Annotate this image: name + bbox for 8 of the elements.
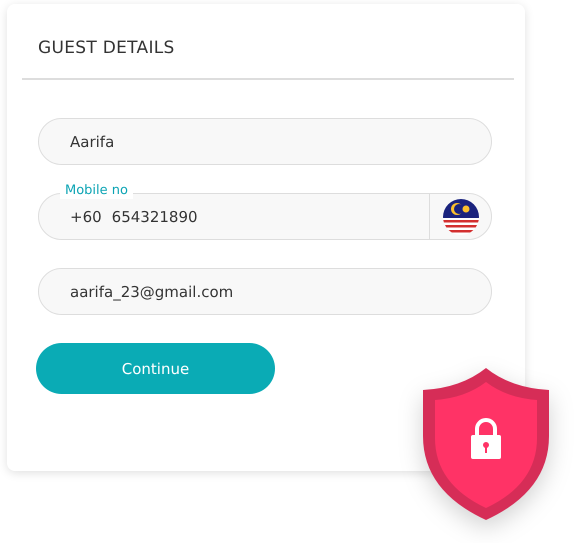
field-value: 654321890 [112, 208, 199, 226]
mobile-field[interactable]: +60 654321890 [38, 193, 492, 240]
flag-icon[interactable] [442, 198, 478, 234]
country-code: +60 [70, 208, 102, 226]
input-field[interactable]: Aarifa [38, 118, 492, 165]
input-field[interactable]: aarifa_23@gmail.com [38, 268, 492, 315]
card-title: GUEST DETAILS [37, 37, 176, 60]
field-label: Mobile no [60, 183, 133, 199]
